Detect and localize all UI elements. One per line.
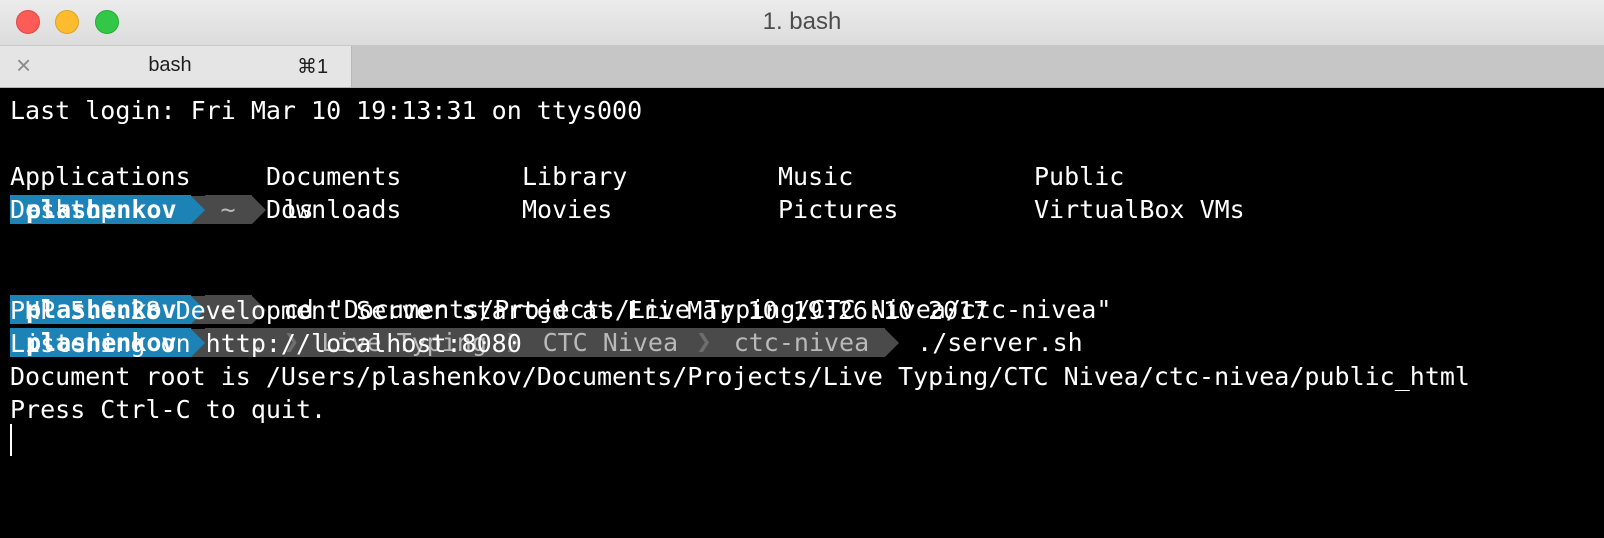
ls-entry: Movies: [522, 195, 613, 224]
tab-shortcut: ⌘1: [297, 56, 329, 78]
title-bar[interactable]: 1. bash: [0, 0, 1604, 46]
text-cursor: [10, 424, 12, 456]
ls-output-row: Applications Documents Library Music Pub…: [10, 160, 1124, 193]
prompt-line: plashenkov ... ❯ Live Typing ❯ CTC Nivea…: [10, 260, 1083, 357]
prompt-line: plashenkov ~ ls: [10, 127, 314, 224]
ls-entry: VirtualBox VMs: [1034, 195, 1245, 224]
tab-label: bash: [148, 54, 192, 76]
tab-bash[interactable]: × bash ⌘1: [0, 46, 352, 87]
output-line: Press Ctrl-C to quit.: [10, 395, 327, 424]
window-title: 1. bash: [762, 8, 842, 35]
ls-entry: Desktop: [10, 195, 116, 224]
path-chevron-icon: ❯: [694, 328, 718, 357]
last-login-line: Last login: Fri Mar 10 19:13:31 on ttys0…: [10, 96, 643, 125]
output-line: PHP 5.6.28 Development Server started at…: [10, 296, 989, 325]
prompt-path-segment: CTC Nivea: [526, 328, 695, 357]
prompt-separator-icon: [190, 195, 205, 224]
tab-bar: × bash ⌘1: [0, 46, 1604, 88]
terminal-content[interactable]: Last login: Fri Mar 10 19:13:31 on ttys0…: [0, 88, 1604, 538]
terminal-window: 1. bash × bash ⌘1 Last login: Fri Mar 10…: [0, 0, 1604, 538]
prompt-separator-icon: [885, 328, 900, 357]
prompt-separator-icon: [251, 195, 266, 224]
output-line: Document root is /Users/plashenkov/Docum…: [10, 362, 1470, 391]
prompt-line: plashenkov ~ cd "Documents/Projects/Live…: [10, 227, 1111, 324]
ls-entry: Applications: [10, 162, 191, 191]
ls-entry: Public: [1034, 162, 1125, 191]
ls-entry: Library: [522, 162, 628, 191]
prompt-dir: ~: [204, 195, 252, 224]
ls-entry: Downloads: [266, 195, 402, 224]
ls-entry: Music: [778, 162, 854, 191]
prompt-path-segment: ctc-nivea: [717, 328, 886, 357]
ls-output-row: Desktop Downloads Movies Pictures Virtua…: [10, 193, 1245, 226]
ls-entry: Documents: [266, 162, 402, 191]
output-line: Listening on http://localhost:8080: [10, 329, 522, 358]
ls-entry: Pictures: [778, 195, 899, 224]
command-text: ./server.sh: [917, 328, 1083, 357]
